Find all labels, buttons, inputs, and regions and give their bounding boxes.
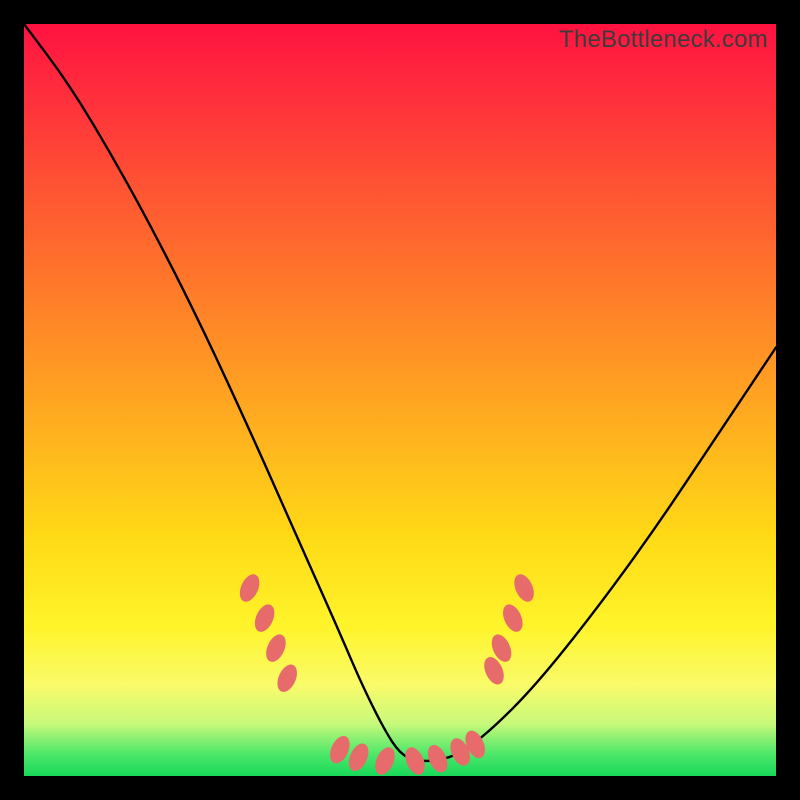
curve-marker bbox=[511, 572, 537, 604]
bottleneck-curve bbox=[24, 24, 776, 761]
curve-marker bbox=[274, 662, 300, 694]
curve-marker bbox=[252, 602, 278, 634]
watermark-text: TheBottleneck.com bbox=[559, 26, 768, 54]
bottleneck-curve-svg bbox=[24, 24, 776, 776]
curve-markers bbox=[237, 572, 537, 777]
curve-marker bbox=[372, 745, 398, 777]
curve-marker bbox=[263, 632, 289, 664]
curve-marker bbox=[500, 602, 526, 634]
curve-marker bbox=[237, 572, 263, 604]
chart-frame: TheBottleneck.com bbox=[24, 24, 776, 776]
